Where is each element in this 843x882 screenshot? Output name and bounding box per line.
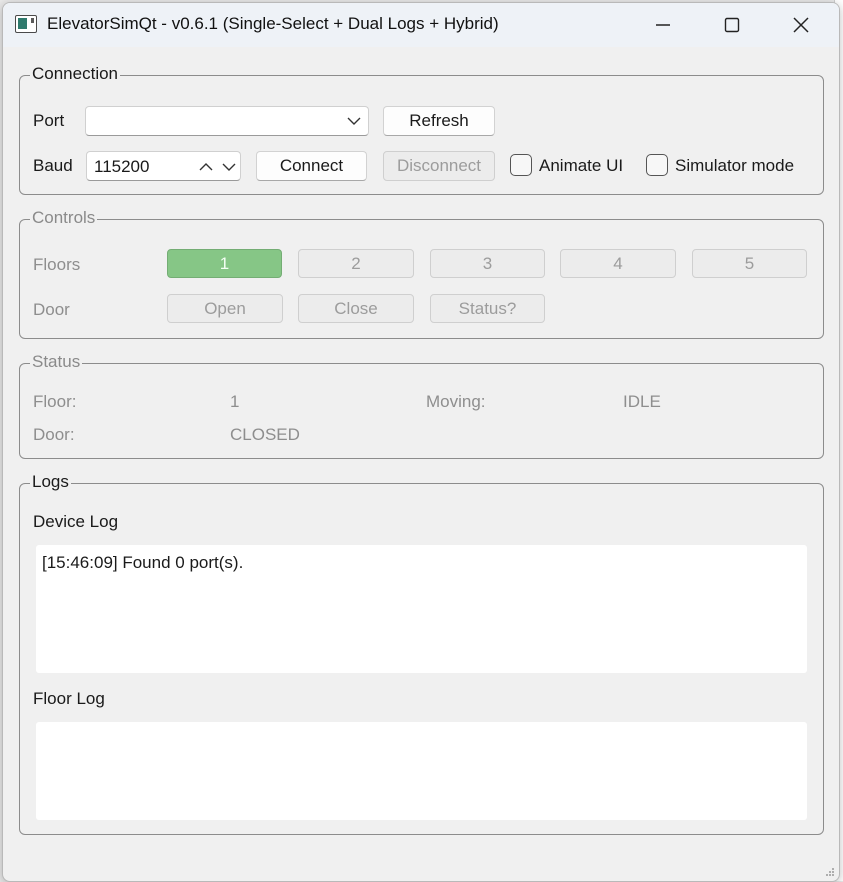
floor-4-button[interactable]: 4: [560, 249, 676, 278]
chevron-down-icon: [347, 117, 361, 125]
minimize-icon: [656, 24, 670, 26]
floor-log-text-area[interactable]: [36, 722, 807, 820]
animate-ui-checkbox[interactable]: [510, 154, 532, 176]
status-floor-value: 1: [230, 392, 240, 411]
main-window: ElevatorSimQt - v0.6.1 (Single-Select + …: [2, 2, 840, 882]
connect-button[interactable]: Connect: [256, 151, 367, 181]
status-floor-label: Floor:: [33, 392, 77, 411]
device-log-line: [15:46:09] Found 0 port(s).: [42, 553, 244, 572]
maximize-icon: [724, 17, 740, 33]
baud-label: Baud: [33, 156, 73, 175]
controls-group-title: Controls: [30, 208, 98, 228]
connection-group-title: Connection: [30, 64, 121, 84]
status-moving-label: Moving:: [426, 392, 486, 411]
simulator-mode-checkbox[interactable]: [646, 154, 668, 176]
animate-ui-label[interactable]: Animate UI: [539, 156, 623, 176]
port-label: Port: [33, 111, 65, 130]
simulator-mode-label[interactable]: Simulator mode: [675, 156, 794, 176]
status-door-value: CLOSED: [230, 425, 300, 444]
controls-group: Controls Floors 1 2 3 4 5 Door Open Clos…: [19, 208, 824, 339]
disconnect-button[interactable]: Disconnect: [383, 151, 495, 181]
floor-1-button[interactable]: 1: [167, 249, 282, 278]
resize-grip-icon[interactable]: [825, 867, 835, 877]
refresh-button[interactable]: Refresh: [383, 106, 495, 136]
chevron-up-icon[interactable]: [198, 161, 214, 173]
device-log-text-area[interactable]: [15:46:09] Found 0 port(s).: [36, 545, 807, 673]
window-title: ElevatorSimQt - v0.6.1 (Single-Select + …: [47, 14, 499, 33]
floor-2-button[interactable]: 2: [298, 249, 414, 278]
floor-log-label: Floor Log: [33, 689, 105, 708]
floor-5-button[interactable]: 5: [692, 249, 807, 278]
status-door-label: Door:: [33, 425, 75, 444]
close-button[interactable]: [768, 3, 834, 47]
baud-spinbox[interactable]: 115200: [86, 151, 241, 181]
status-moving-value: IDLE: [623, 392, 661, 411]
status-group-title: Status: [30, 352, 83, 372]
maximize-button[interactable]: [699, 3, 765, 47]
connection-group: Connection Port Refresh Baud 115200 Conn…: [19, 64, 824, 195]
door-label: Door: [33, 300, 70, 319]
status-group: Status Floor: 1 Moving: IDLE Door: CLOSE…: [19, 352, 824, 459]
logs-group: Logs Device Log [15:46:09] Found 0 port(…: [19, 472, 824, 835]
floor-3-button[interactable]: 3: [430, 249, 545, 278]
door-status-button[interactable]: Status?: [430, 294, 545, 323]
door-close-button[interactable]: Close: [298, 294, 414, 323]
chevron-down-icon[interactable]: [221, 161, 237, 173]
minimize-button[interactable]: [630, 3, 696, 47]
logs-group-title: Logs: [30, 472, 71, 492]
close-icon: [793, 17, 809, 33]
title-bar[interactable]: ElevatorSimQt - v0.6.1 (Single-Select + …: [3, 3, 839, 47]
door-open-button[interactable]: Open: [167, 294, 283, 323]
floors-label: Floors: [33, 255, 81, 274]
port-combobox[interactable]: [85, 106, 369, 136]
device-log-label: Device Log: [33, 512, 119, 531]
app-window-icon: [15, 15, 37, 33]
baud-value: 115200: [94, 157, 150, 176]
